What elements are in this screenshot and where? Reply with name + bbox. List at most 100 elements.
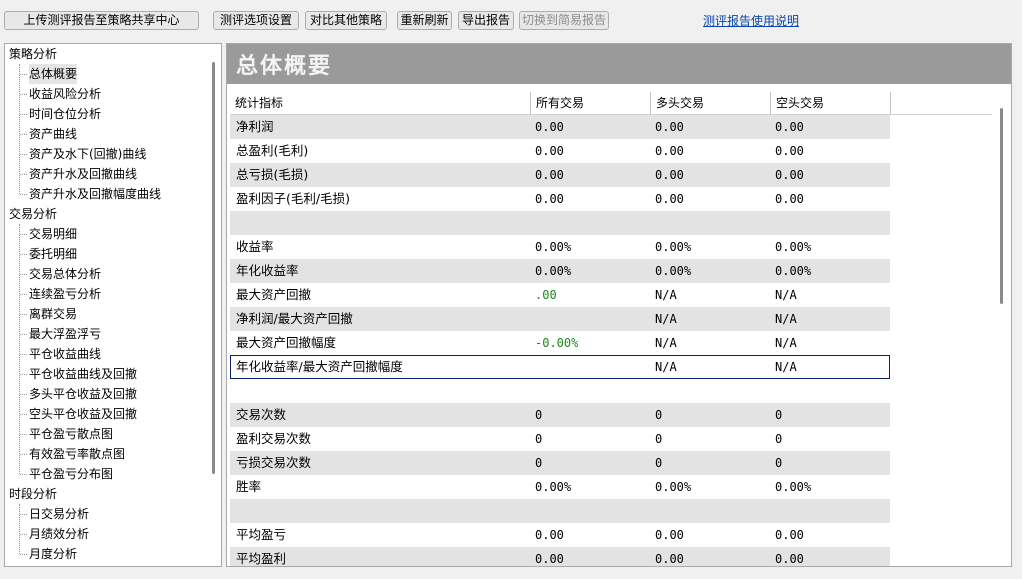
report-help-link[interactable]: 测评报告使用说明 — [703, 12, 799, 29]
analysis-tree[interactable]: 策略分析 总体概要 收益风险分析 时间仓位分析 资产曲线 资产及水下(回撤)曲线 资产升水及… — [4, 43, 222, 567]
tree-item-label: 空头平仓收益及回撤 — [29, 407, 138, 421]
value-all: .00 — [535, 288, 557, 302]
table-row[interactable]: 盈利交易次数 0 0 0 — [230, 427, 890, 451]
value-all: 0.00% — [535, 480, 572, 494]
table-row[interactable]: 最大资产回撤幅度 -0.00% N/A N/A — [230, 331, 890, 355]
switch-simple-report-button[interactable]: 切换到简易报告 — [519, 11, 609, 30]
tree-connector — [20, 74, 27, 75]
tree-group[interactable]: 策略分析 — [9, 44, 57, 64]
table-row[interactable]: 总盈利(毛利) 0.00 0.00 0.00 — [230, 139, 890, 163]
metric-name: 胜率 — [236, 479, 262, 494]
tree-item-label: 平仓收益曲线及回撤 — [29, 367, 138, 381]
table-row[interactable]: 总亏损(毛损) 0.00 0.00 0.00 — [230, 163, 890, 187]
export-report-button[interactable]: 导出报告 — [458, 11, 514, 30]
upload-report-button[interactable]: 上传测评报告至策略共享中心 — [4, 11, 199, 30]
tree-item[interactable]: 有效盈亏率散点图 — [20, 444, 126, 464]
tree-connector — [20, 394, 27, 395]
tree-item[interactable]: 离群交易 — [20, 304, 77, 324]
tree-item-label: 有效盈亏率散点图 — [29, 447, 126, 461]
table-row[interactable]: 交易次数 0 0 0 — [230, 403, 890, 427]
metric-name: 最大资产回撤幅度 — [236, 335, 337, 350]
tree-item[interactable]: 平仓收益曲线及回撤 — [20, 364, 138, 384]
tree-item[interactable]: 资产升水及回撤幅度曲线 — [20, 184, 161, 204]
tree-item[interactable]: 月绩效分析 — [20, 524, 89, 544]
tree-item[interactable]: 最大浮盈浮亏 — [20, 324, 101, 344]
table-row[interactable]: 净利润/最大资产回撤 N/A N/A — [230, 307, 890, 331]
tree-item[interactable]: 平仓盈亏散点图 — [20, 424, 113, 444]
tree-connector — [20, 454, 27, 455]
column-header-long[interactable]: 多头交易 — [651, 92, 771, 114]
tree-group[interactable]: 时段分析 — [9, 484, 57, 504]
table-row[interactable] — [230, 379, 890, 403]
value-all: 0.00% — [535, 264, 572, 278]
tree-item[interactable]: 时间仓位分析 — [20, 104, 101, 124]
tree-item[interactable]: 空头平仓收益及回撤 — [20, 404, 138, 424]
table-row[interactable]: 盈利因子(毛利/毛损) 0.00 0.00 0.00 — [230, 187, 890, 211]
tree-item[interactable]: 资产及水下(回撤)曲线 — [20, 144, 146, 164]
tree-item[interactable]: 日交易分析 — [20, 504, 89, 524]
value-all: 0.00 — [535, 144, 564, 158]
table-row[interactable]: 平均盈利 0.00 0.00 0.00 — [230, 547, 890, 566]
tree-group[interactable]: 交易分析 — [9, 204, 57, 224]
tree-item-label: 委托明细 — [29, 247, 78, 261]
tree-item-label: 总体概要 — [29, 67, 78, 81]
tree-item[interactable]: 资产曲线 — [20, 124, 78, 144]
table-row[interactable]: 年化收益率 0.00% 0.00% 0.00% — [230, 259, 890, 283]
table-row[interactable]: 年化收益率/最大资产回撤幅度 N/A N/A — [230, 355, 890, 379]
tree-item-label: 交易明细 — [29, 227, 78, 241]
table-row[interactable] — [230, 211, 890, 235]
value-short: N/A — [775, 360, 797, 374]
tree-item[interactable]: 月度分析 — [20, 544, 77, 564]
tree-item[interactable]: 多头平仓收益及回撤 — [20, 384, 137, 404]
value-long: N/A — [655, 336, 677, 350]
tree-item[interactable]: 平仓盈亏分布图 — [20, 464, 113, 484]
table-row[interactable]: 胜率 0.00% 0.00% 0.00% — [230, 475, 890, 499]
value-short: 0.00 — [775, 120, 804, 134]
metric-name: 收益率 — [236, 239, 274, 254]
tree-item[interactable]: 交易明细 — [20, 224, 78, 244]
metric-name: 平均盈利 — [236, 551, 287, 566]
tree-item[interactable]: 委托明细 — [20, 244, 78, 264]
metric-name: 年化收益率/最大资产回撤幅度 — [236, 359, 403, 374]
value-short: 0.00% — [775, 480, 812, 494]
table-scrollbar-thumb[interactable] — [1000, 108, 1003, 304]
tree-item[interactable]: 交易总体分析 — [20, 264, 101, 284]
refresh-button[interactable]: 重新刷新 — [397, 11, 452, 30]
value-all: 0.00 — [535, 528, 564, 542]
tree-item-label: 资产曲线 — [29, 127, 78, 141]
metric-name: 盈利因子(毛利/毛损) — [236, 191, 350, 206]
table-row[interactable]: 净利润 0.00 0.00 0.00 — [230, 115, 890, 139]
column-header-short[interactable]: 空头交易 — [771, 92, 891, 114]
tree-connector — [20, 414, 27, 415]
column-header-metric[interactable]: 统计指标 — [230, 92, 531, 114]
tree-scrollbar[interactable] — [208, 48, 220, 564]
panel-header: 总体概要 — [227, 44, 1011, 84]
table-row[interactable]: 最大资产回撤 .00 N/A N/A — [230, 283, 890, 307]
tree-item[interactable]: 资产升水及回撤曲线 — [20, 164, 138, 184]
value-short: 0.00 — [775, 528, 804, 542]
tree-connector — [20, 354, 27, 355]
value-long: 0 — [655, 456, 663, 470]
tree-item[interactable]: 平仓收益曲线 — [20, 344, 102, 364]
tree-scrollbar-thumb[interactable] — [212, 62, 215, 474]
tree-item[interactable]: 收益风险分析 — [20, 84, 101, 104]
test-options-button[interactable]: 测评选项设置 — [213, 11, 299, 30]
table-row[interactable]: 平均盈亏 0.00 0.00 0.00 — [230, 523, 890, 547]
column-header-all[interactable]: 所有交易 — [531, 92, 651, 114]
table-row[interactable] — [230, 499, 890, 523]
metric-name: 交易次数 — [236, 407, 287, 422]
value-short: N/A — [775, 336, 797, 350]
metric-name: 年化收益率 — [236, 263, 299, 278]
tree-item[interactable]: 总体概要 — [20, 64, 78, 84]
value-long: 0.00 — [655, 144, 684, 158]
compare-strategy-button[interactable]: 对比其他策略 — [305, 11, 387, 30]
tree-item-label: 资产升水及回撤曲线 — [29, 167, 138, 181]
value-short: 0.00% — [775, 240, 812, 254]
tree-item-label: 平仓收益曲线 — [29, 347, 102, 361]
tree-item[interactable]: 连续盈亏分析 — [20, 284, 101, 304]
table-row[interactable]: 收益率 0.00% 0.00% 0.00% — [230, 235, 890, 259]
table-scrollbar[interactable] — [997, 104, 1007, 564]
stats-table: 净利润 0.00 0.00 0.00 总盈利(毛利) 0.00 0.00 0.00 总亏损(毛损… — [230, 115, 890, 566]
tree-connector — [20, 334, 27, 335]
table-row[interactable]: 亏损交易次数 0 0 0 — [230, 451, 890, 475]
